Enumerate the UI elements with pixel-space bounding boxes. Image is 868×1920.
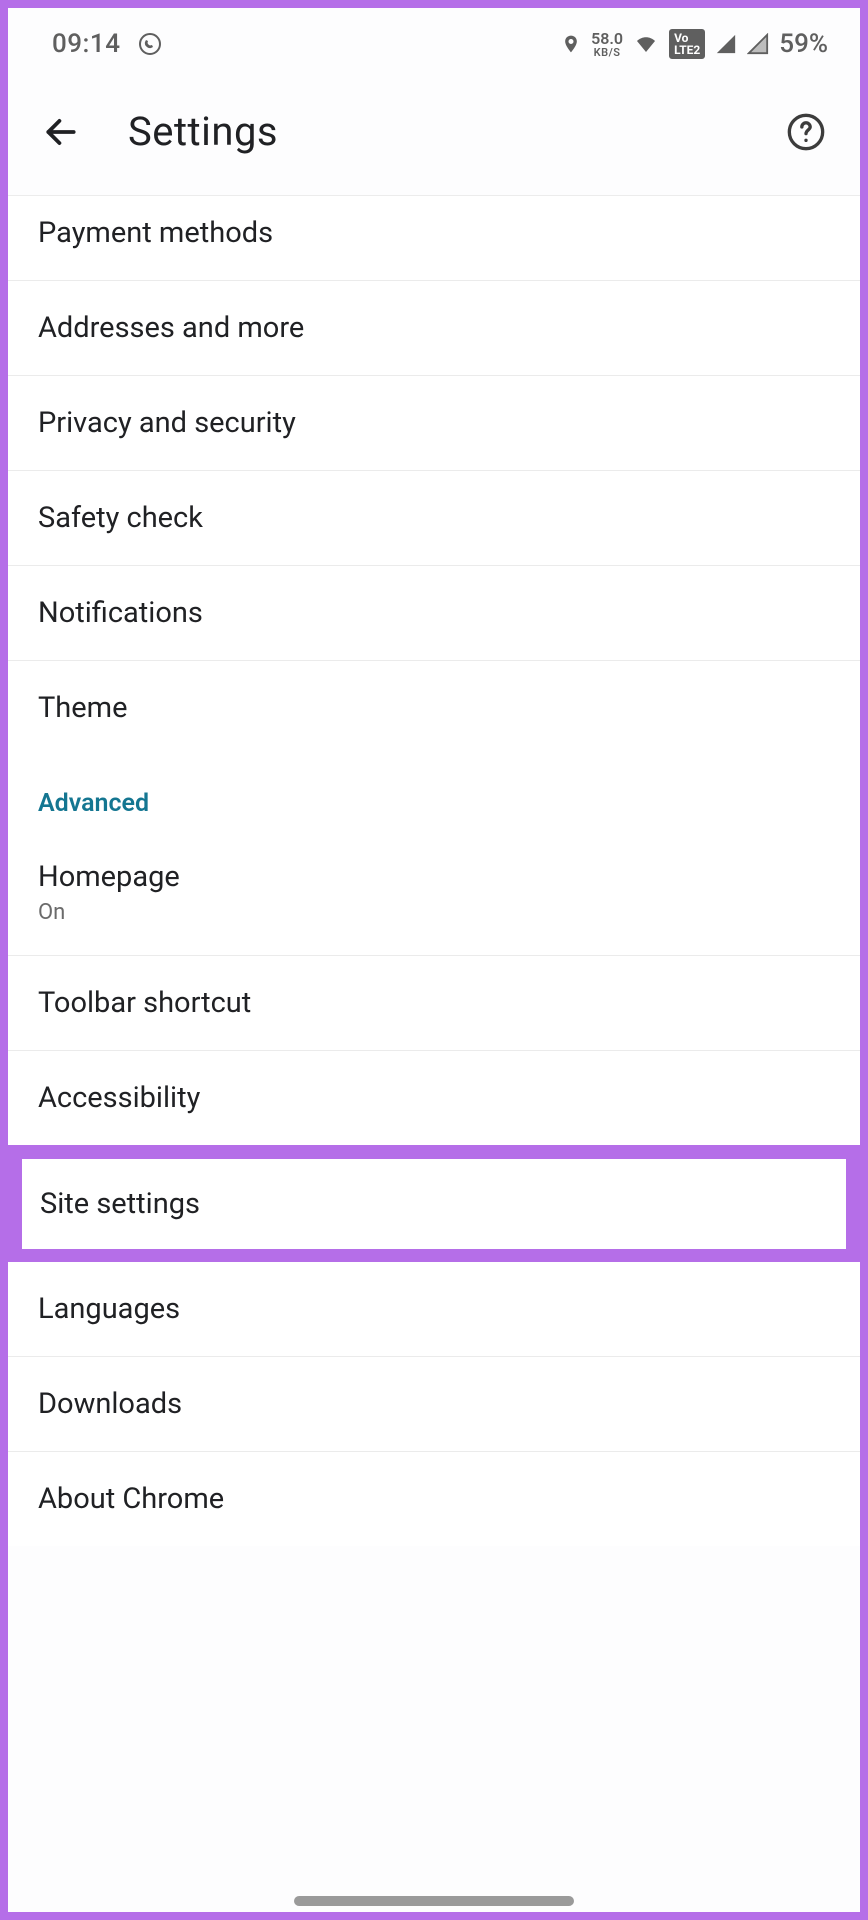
item-theme[interactable]: Theme: [8, 661, 860, 755]
highlight-site-settings: Site settings: [8, 1145, 860, 1263]
item-label: Payment methods: [38, 216, 830, 250]
battery-percent: 59%: [779, 29, 828, 59]
item-label: Theme: [38, 691, 830, 725]
status-left: 09:14: [52, 29, 162, 59]
status-time: 09:14: [52, 29, 120, 59]
item-label: Safety check: [38, 501, 830, 535]
section-advanced: Advanced: [8, 755, 860, 826]
help-button[interactable]: [786, 112, 826, 152]
settings-list: Payment methods Addresses and more Priva…: [8, 196, 860, 1912]
item-label: Addresses and more: [38, 311, 830, 345]
item-label: Accessibility: [38, 1081, 830, 1115]
item-toolbar-shortcut[interactable]: Toolbar shortcut: [8, 956, 860, 1051]
item-notifications[interactable]: Notifications: [8, 566, 860, 661]
item-label: Site settings: [40, 1187, 828, 1221]
item-label: Languages: [38, 1292, 830, 1326]
item-label: Homepage: [38, 860, 830, 894]
item-homepage[interactable]: Homepage On: [8, 826, 860, 956]
item-downloads[interactable]: Downloads: [8, 1357, 860, 1452]
gesture-handle[interactable]: [294, 1896, 574, 1906]
item-privacy-security[interactable]: Privacy and security: [8, 376, 860, 471]
item-payment-methods[interactable]: Payment methods: [8, 196, 860, 281]
volte-badge: VoLTE2: [669, 29, 705, 59]
device-frame: 09:14 58.0 KB/S VoLTE2 59%: [0, 0, 868, 1920]
page-title: Settings: [128, 108, 738, 155]
location-icon: [561, 32, 581, 56]
item-addresses[interactable]: Addresses and more: [8, 281, 860, 376]
item-label: Toolbar shortcut: [38, 986, 830, 1020]
data-rate: 58.0 KB/S: [591, 31, 623, 58]
item-about-chrome[interactable]: About Chrome: [8, 1452, 860, 1546]
item-subtext: On: [38, 900, 830, 925]
whatsapp-icon: [138, 32, 162, 56]
item-label: Notifications: [38, 596, 830, 630]
signal-icon-2: [747, 33, 769, 55]
item-label: About Chrome: [38, 1482, 830, 1516]
signal-icon-1: [715, 33, 737, 55]
app-header: Settings: [8, 80, 860, 196]
item-label: Privacy and security: [38, 406, 830, 440]
item-languages[interactable]: Languages: [8, 1262, 860, 1357]
back-button[interactable]: [42, 113, 80, 151]
item-site-settings[interactable]: Site settings: [22, 1159, 846, 1249]
item-label: Downloads: [38, 1387, 830, 1421]
item-accessibility[interactable]: Accessibility: [8, 1051, 860, 1146]
status-bar: 09:14 58.0 KB/S VoLTE2 59%: [8, 8, 860, 80]
item-safety-check[interactable]: Safety check: [8, 471, 860, 566]
wifi-icon: [633, 32, 659, 56]
status-right: 58.0 KB/S VoLTE2 59%: [561, 29, 828, 59]
